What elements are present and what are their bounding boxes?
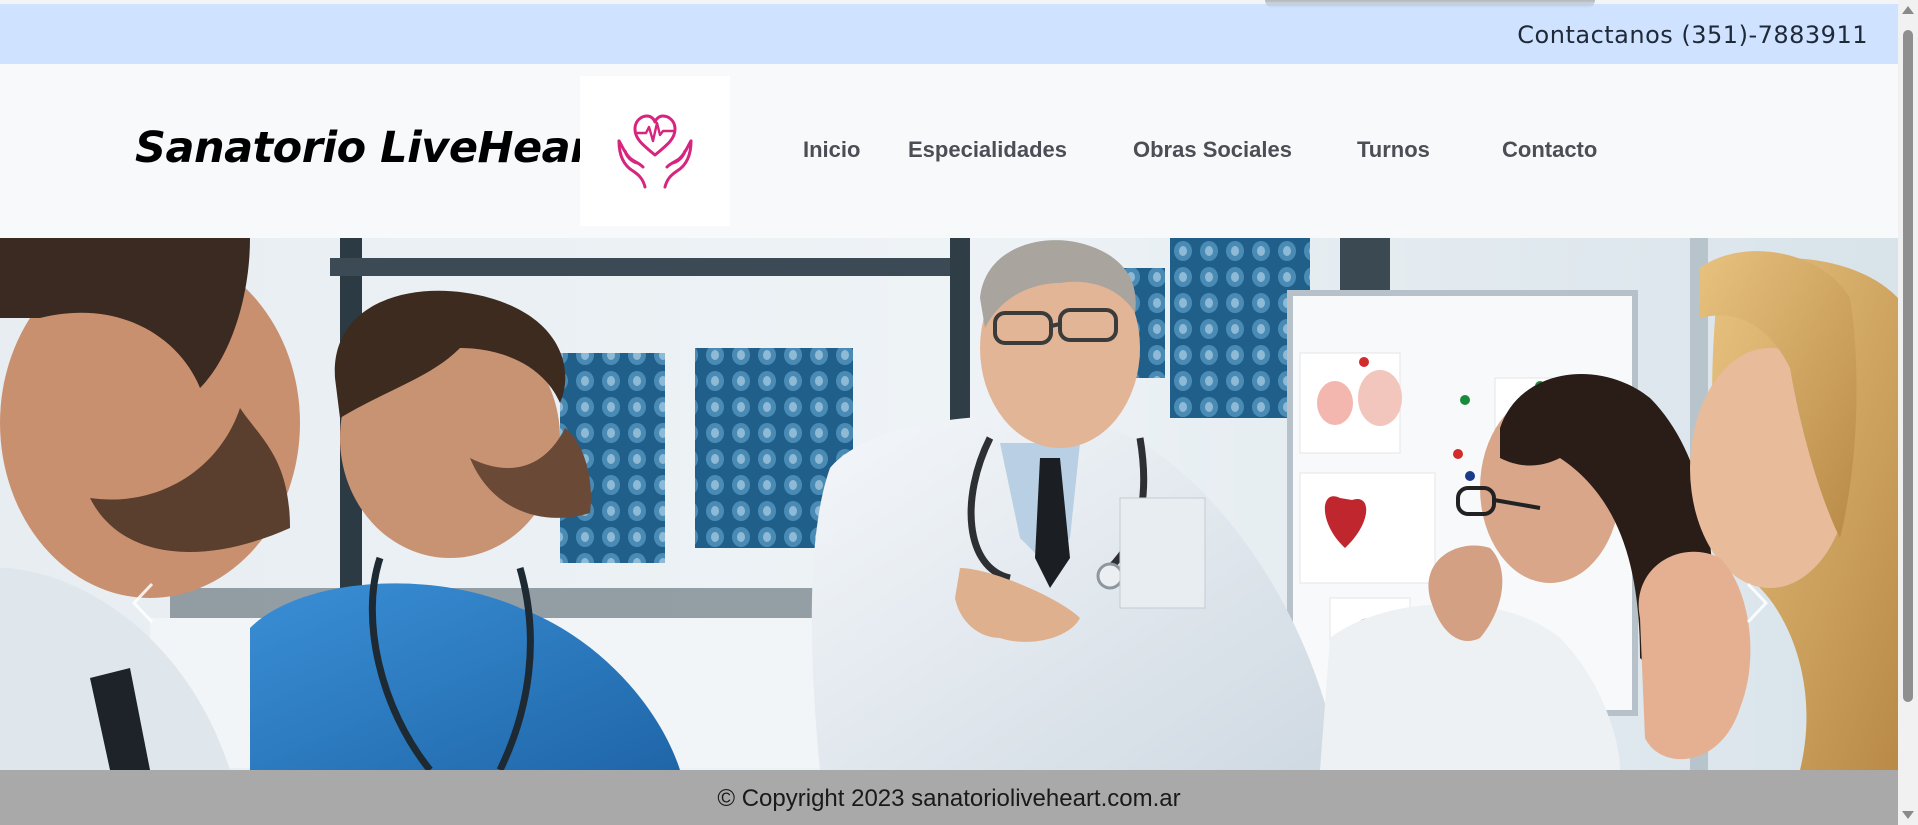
nav-especialidades[interactable]: Especialidades: [908, 137, 1067, 163]
overlay-shadow: [1265, 0, 1595, 8]
nav-turnos[interactable]: Turnos: [1357, 137, 1430, 163]
carousel-next-button[interactable]: [1738, 578, 1778, 628]
carousel-prev-button[interactable]: [122, 578, 162, 628]
hero-carousel: [0, 238, 1898, 770]
scrollbar-thumb[interactable]: [1903, 30, 1913, 702]
vertical-scrollbar[interactable]: [1898, 0, 1918, 825]
contact-phone: Contactanos (351)-7883911: [1517, 21, 1868, 49]
site-footer: © Copyright 2023 sanatorioliveheart.com.…: [0, 770, 1898, 825]
nav-obras-sociales[interactable]: Obras Sociales: [1133, 137, 1292, 163]
doctors-meeting-photo: [0, 238, 1898, 770]
chevron-right-icon: [1746, 582, 1769, 624]
copyright-text: © Copyright 2023 sanatorioliveheart.com.…: [717, 785, 1181, 812]
nav-inicio[interactable]: Inicio: [803, 137, 860, 163]
scroll-down-arrow-icon[interactable]: [1902, 811, 1914, 819]
chevron-left-icon: [131, 582, 154, 624]
main-nav: Inicio Especialidades Obras Sociales Tur…: [0, 137, 1898, 169]
scroll-up-arrow-icon[interactable]: [1902, 6, 1914, 14]
contact-bar: Contactanos (351)-7883911: [0, 0, 1898, 64]
page: Contactanos (351)-7883911 Sanatorio Live…: [0, 0, 1898, 825]
site-header: Sanatorio LiveHeart Inicio Especialidade…: [0, 64, 1898, 238]
nav-contacto[interactable]: Contacto: [1502, 137, 1597, 163]
